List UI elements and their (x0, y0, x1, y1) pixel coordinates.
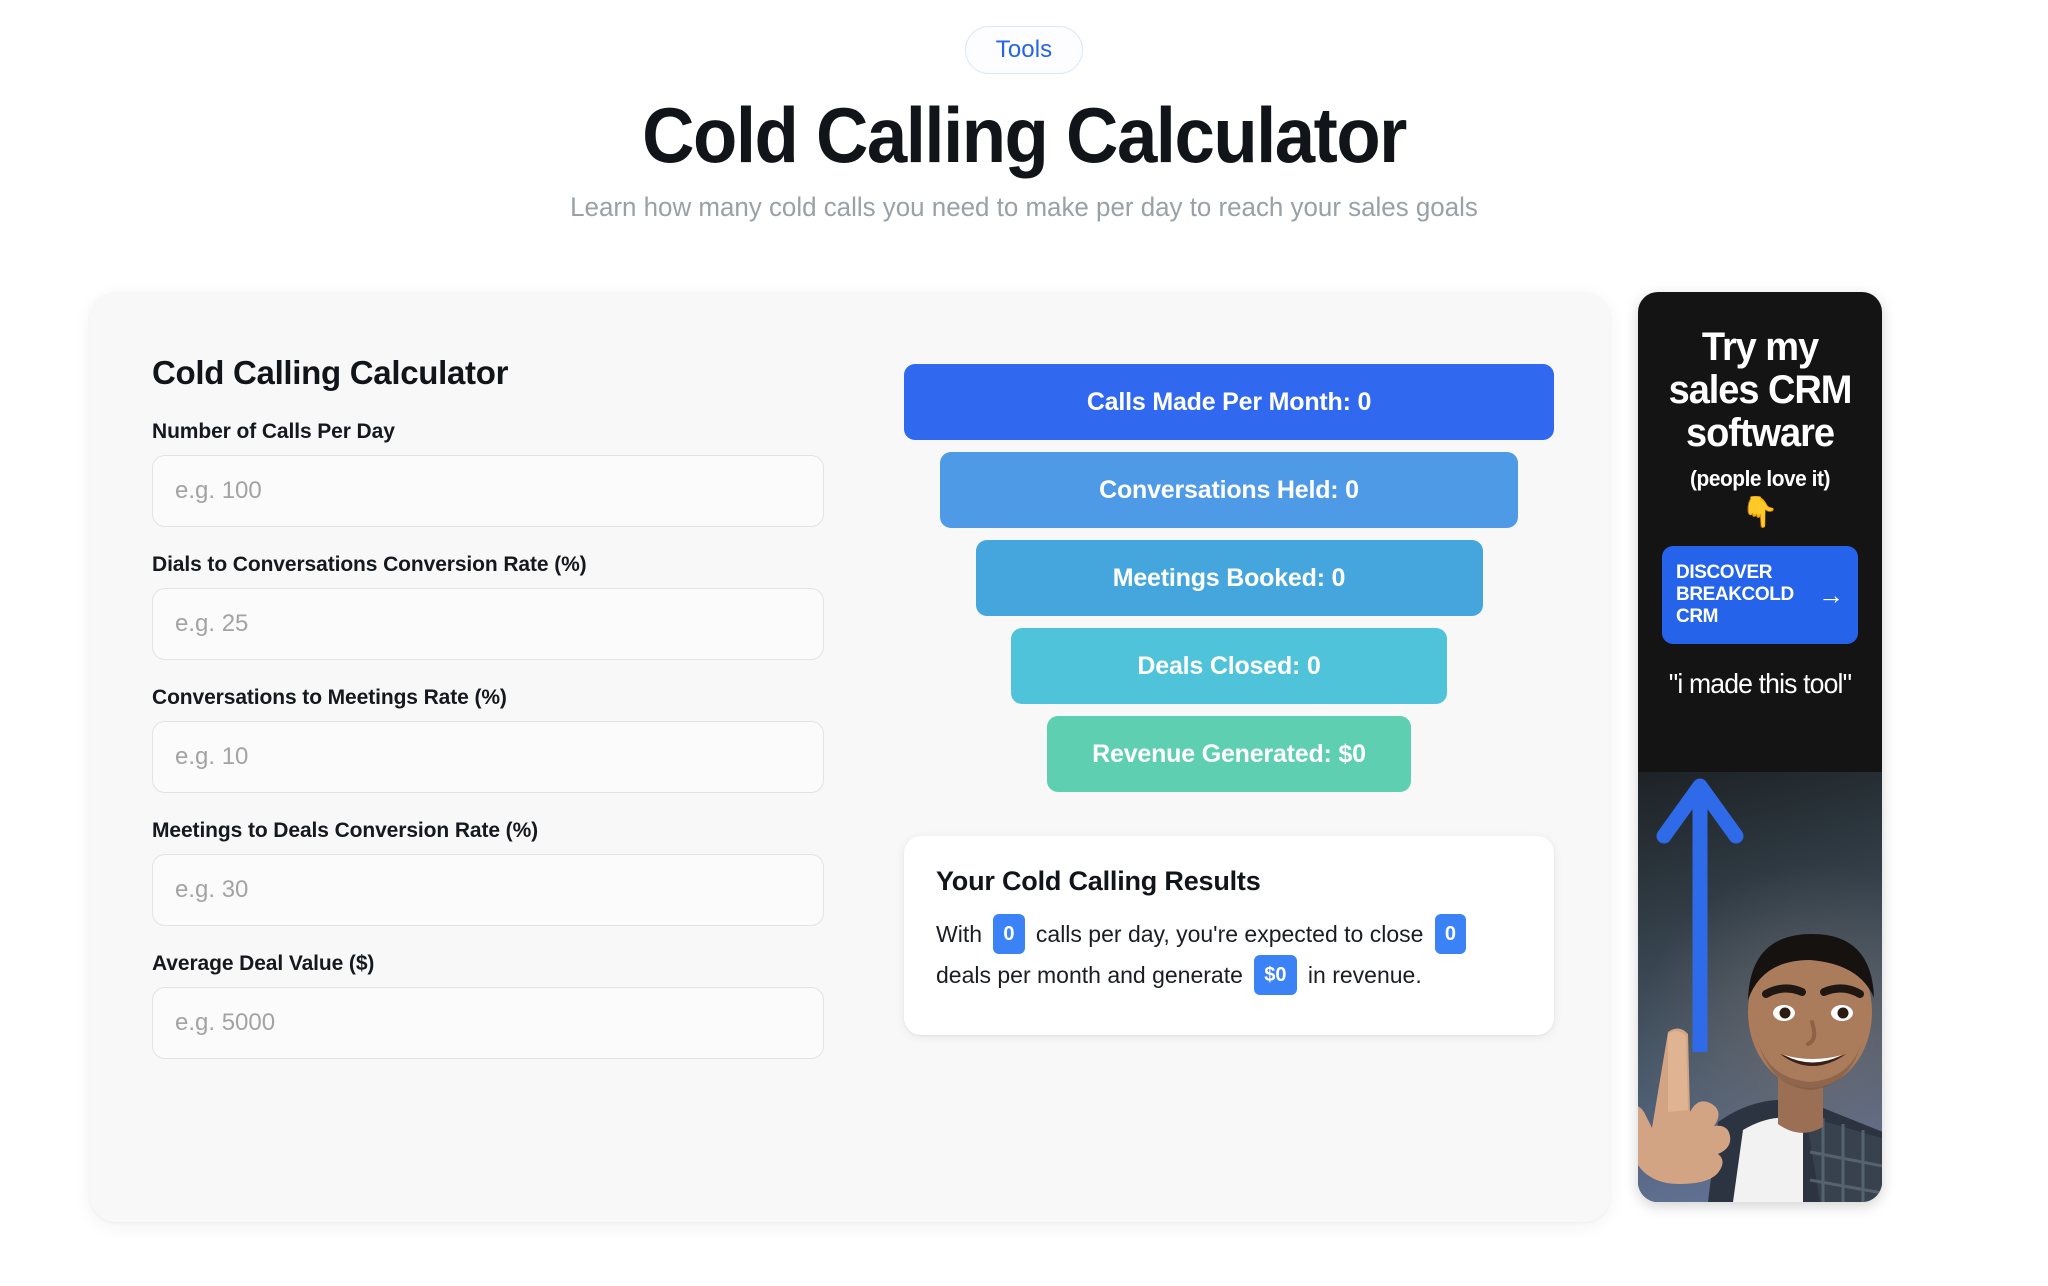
pointing-down-icon: 👇 (1741, 496, 1779, 530)
page-title: Cold Calling Calculator (642, 91, 1407, 179)
conversations-to-meetings-input[interactable] (152, 721, 824, 793)
results-sentence: With 0 calls per day, you're expected to… (936, 914, 1522, 995)
results-summary-card: Your Cold Calling Results With 0 calls p… (904, 836, 1554, 1036)
results-title: Your Cold Calling Results (936, 866, 1261, 896)
funnel-bar-meetings-booked: Meetings Booked: 0 (975, 540, 1483, 616)
funnel-bar-revenue-generated: Revenue Generated: $0 (1047, 716, 1411, 792)
results-calls-chip: 0 (993, 914, 1025, 955)
field-conversations-to-meetings: Conversations to Meetings Rate (%) (152, 686, 824, 793)
field-calls-per-day: Number of Calls Per Day (152, 420, 824, 527)
field-label: Dials to Conversations Conversion Rate (… (152, 553, 587, 576)
results-prefix: With (936, 921, 982, 947)
field-dials-to-conversations: Dials to Conversations Conversion Rate (… (152, 553, 824, 660)
field-label: Number of Calls Per Day (152, 420, 395, 443)
results-revenue-chip: $0 (1254, 954, 1297, 995)
results-deals-chip: 0 (1434, 914, 1466, 955)
promo-cta-label: DISCOVER BREAKCOLD CRM (1676, 562, 1794, 628)
calculator-form-title: Cold Calling Calculator (152, 354, 509, 391)
calculator-form: Cold Calling Calculator Number of Calls … (152, 354, 824, 1152)
funnel-bar-conversations-held: Conversations Held: 0 (939, 452, 1519, 528)
funnel-bar-deals-closed: Deals Closed: 0 (1011, 628, 1447, 704)
calculator-card: Cold Calling Calculator Number of Calls … (90, 292, 1610, 1222)
tools-badge[interactable]: Tools (964, 26, 1084, 74)
dials-to-conversations-input[interactable] (152, 588, 824, 660)
page-root: Tools Cold Calling Calculator Learn how … (0, 0, 2048, 1286)
page-header: Tools Cold Calling Calculator Learn how … (0, 0, 2048, 223)
funnel-bar-calls-made: Calls Made Per Month: 0 (904, 364, 1554, 440)
field-average-deal-value: Average Deal Value ($) (152, 952, 824, 1059)
average-deal-value-input[interactable] (152, 987, 824, 1059)
promo-quote: "i made this tool" (1668, 668, 1852, 700)
promo-ad-card[interactable]: Try my sales CRM software (people love i… (1638, 292, 1882, 1202)
discover-breakcold-crm-button[interactable]: DISCOVER BREAKCOLD CRM → (1662, 546, 1858, 645)
field-label: Conversations to Meetings Rate (%) (152, 686, 507, 709)
calls-per-day-input[interactable] (152, 455, 824, 527)
field-label: Meetings to Deals Conversion Rate (%) (152, 819, 539, 842)
results-middle-text: calls per day, you're expected to close (1035, 921, 1424, 947)
promo-headline: Try my sales CRM software (1668, 325, 1853, 455)
field-label: Average Deal Value ($) (152, 952, 375, 975)
results-middle-text-2: deals per month and generate (936, 961, 1243, 988)
funnel-chart: Calls Made Per Month: 0 Conversations He… (904, 364, 1554, 804)
arrow-right-icon: → (1818, 580, 1844, 611)
page-subtitle: Learn how many cold calls you need to ma… (570, 191, 1478, 222)
results-column: Calls Made Per Month: 0 Conversations He… (904, 354, 1554, 1152)
promo-header: Try my sales CRM software (people love i… (1638, 292, 1882, 645)
up-arrow-icon (1656, 778, 1744, 1052)
meetings-to-deals-input[interactable] (152, 854, 824, 926)
content-area: Cold Calling Calculator Number of Calls … (0, 292, 2048, 1222)
results-suffix-text: in revenue. (1307, 961, 1422, 988)
promo-subline: (people love it) (1690, 466, 1830, 492)
field-meetings-to-deals: Meetings to Deals Conversion Rate (%) (152, 819, 824, 926)
